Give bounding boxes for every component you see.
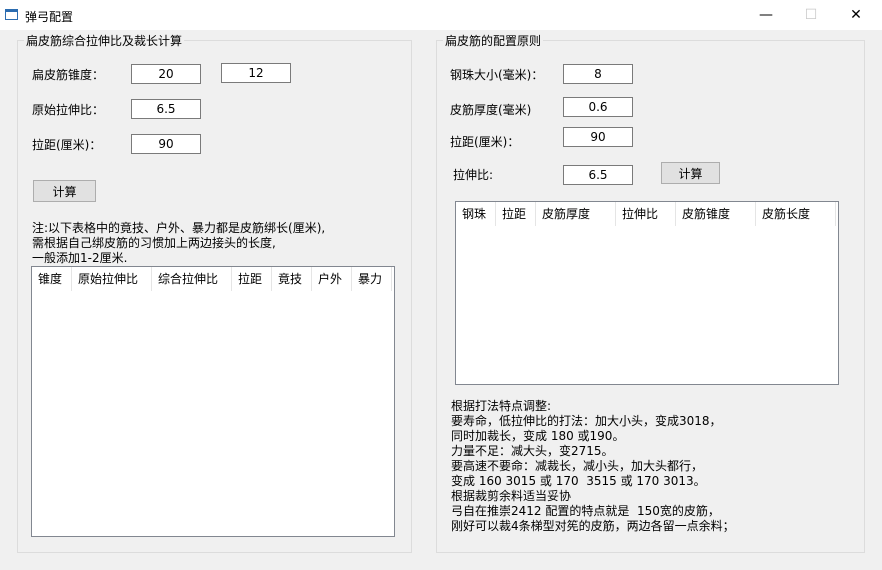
thickness-input[interactable]: 0.6	[563, 97, 633, 117]
right-calc-button[interactable]: 计算	[661, 162, 720, 184]
tip-line: 要高速不要命：减裁长，减小头，加大头都行，	[451, 459, 704, 473]
column-header[interactable]: 拉伸比	[616, 202, 676, 226]
right-results-table[interactable]: 钢珠 拉距 皮筋厚度 拉伸比 皮筋锥度 皮筋长度	[455, 201, 839, 385]
ratio-label: 原始拉伸比：	[32, 103, 105, 117]
left-calc-button[interactable]: 计算	[33, 180, 96, 202]
left-note: 注:以下表格中的竟技、户外、暴力都是皮筋绑长(厘米), 需根据自己绑皮筋的习惯加…	[32, 221, 325, 266]
taper-input-1[interactable]: 20	[131, 64, 201, 84]
left-group-title: 扁皮筋综合拉伸比及裁长计算	[24, 32, 185, 49]
tip-line: 刚好可以裁4条梯型对筅的皮筋，两边各留一点余料；	[451, 519, 735, 533]
column-header[interactable]: 锥度	[32, 267, 72, 291]
tip-line: 根据打法特点调整:	[451, 399, 552, 413]
column-header[interactable]: 皮筋长度	[756, 202, 836, 226]
stretch-ratio-label: 拉伸比:	[453, 168, 494, 182]
taper-label: 扁皮筋锥度：	[32, 68, 105, 82]
right-draw-input[interactable]: 90	[563, 127, 633, 147]
tip-line: 同时加裁长，变成 180 或190。	[451, 429, 625, 443]
column-header[interactable]: 皮筋锥度	[676, 202, 756, 226]
column-header[interactable]: 拉距	[496, 202, 536, 226]
left-note-line-1: 注:以下表格中的竟技、户外、暴力都是皮筋绑长(厘米),	[32, 221, 326, 235]
column-header[interactable]: 钢珠	[456, 202, 496, 226]
left-table-header: 锥度 原始拉伸比 综合拉伸比 拉距 竟技 户外 暴力	[32, 267, 392, 291]
left-results-table[interactable]: 锥度 原始拉伸比 综合拉伸比 拉距 竟技 户外 暴力	[31, 266, 395, 537]
column-header[interactable]: 暴力	[352, 267, 392, 291]
app-window-icon	[5, 9, 18, 20]
ball-size-input[interactable]: 8	[563, 64, 633, 84]
maximize-button[interactable]: ☐	[788, 0, 834, 30]
tip-line: 变成 160 3015 或 170 3515 或 170 3013。	[451, 474, 706, 488]
draw-label: 拉距(厘米)：	[32, 138, 102, 152]
window-title: 弹弓配置	[25, 10, 74, 24]
right-draw-label: 拉距(厘米)：	[450, 135, 520, 149]
left-note-line-3: 一般添加1-2厘米.	[32, 251, 128, 265]
column-header[interactable]: 原始拉伸比	[72, 267, 152, 291]
taper-input-2[interactable]: 12	[221, 63, 291, 83]
column-header[interactable]: 综合拉伸比	[152, 267, 232, 291]
column-header[interactable]: 户外	[312, 267, 352, 291]
thickness-label: 皮筋厚度(毫米)	[450, 103, 532, 117]
ratio-input[interactable]: 6.5	[131, 99, 201, 119]
column-header[interactable]: 竟技	[272, 267, 312, 291]
tip-line: 力量不足：减大头，变2715。	[451, 444, 614, 458]
draw-input[interactable]: 90	[131, 134, 201, 154]
column-header[interactable]: 皮筋厚度	[536, 202, 616, 226]
column-header[interactable]: 拉距	[232, 267, 272, 291]
right-table-header: 钢珠 拉距 皮筋厚度 拉伸比 皮筋锥度 皮筋长度	[456, 202, 836, 226]
left-note-line-2: 需根据自己绑皮筋的习惯加上两边接头的长度,	[32, 236, 276, 250]
right-group-title: 扁皮筋的配置原则	[443, 32, 544, 49]
tips-text: 根据打法特点调整: 要寿命，低拉伸比的打法：加大小头，变成3018， 同时加裁长…	[451, 399, 735, 534]
minimize-button[interactable]: —	[743, 0, 789, 30]
tip-line: 根据裁剪余料适当妥协	[451, 489, 572, 503]
ball-size-label: 钢珠大小(毫米)：	[450, 68, 544, 82]
close-button[interactable]: ✕	[833, 0, 879, 30]
tip-line: 要寿命，低拉伸比的打法：加大小头，变成3018，	[451, 414, 722, 428]
tip-line: 弓自在推崇2412 配置的特点就是 150宽的皮筋，	[451, 504, 720, 518]
stretch-ratio-input[interactable]: 6.5	[563, 165, 633, 185]
